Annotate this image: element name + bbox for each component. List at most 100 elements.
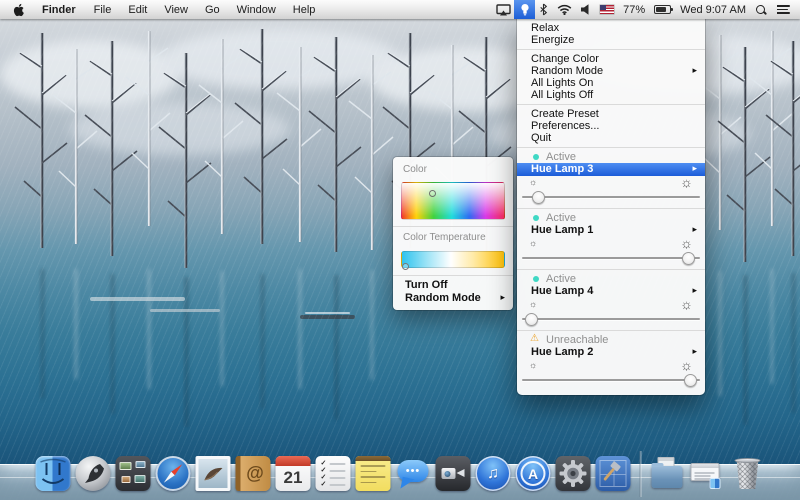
dock-icon-safari[interactable]: [156, 456, 191, 491]
menu-item-relax[interactable]: Relax: [517, 22, 705, 34]
slider-thumb[interactable]: [682, 252, 695, 265]
warning-triangle-icon: ⚠: [530, 333, 539, 345]
brightness-high-icon: ☼: [680, 176, 693, 189]
menu-item-change-color[interactable]: Change Color: [517, 53, 705, 65]
dock-icon-reminders[interactable]: ✓ ✓ ✓ ✓: [316, 456, 351, 491]
menu-item-preferences[interactable]: Preferences...: [517, 120, 705, 132]
brightness-low-icon: ☼: [529, 176, 537, 189]
battery-icon[interactable]: [654, 5, 671, 14]
dock-icon-calendar[interactable]: 21: [276, 456, 311, 491]
dock-icon-xcode[interactable]: [596, 456, 631, 491]
dock-stack-folder[interactable]: [650, 456, 685, 491]
brightness-high-icon: ☼: [680, 359, 693, 372]
lamp-section-hue-lamp-1: Active Hue Lamp 1 ▸ ☼ ☼: [517, 212, 705, 266]
dock-icon-facetime[interactable]: [436, 456, 471, 491]
menu-item-energize[interactable]: Energize: [517, 34, 705, 46]
menu-separator: [517, 269, 705, 270]
dock-stack-files[interactable]: [690, 456, 725, 491]
dock-icon-contacts[interactable]: @: [236, 456, 271, 491]
submenu-arrow-icon: ▸: [692, 65, 697, 77]
slider-thumb[interactable]: [684, 374, 697, 387]
dock-icon-messages[interactable]: •••: [396, 456, 431, 491]
slider-thumb[interactable]: [532, 191, 545, 204]
battery-fill: [656, 7, 666, 12]
lamp-menu-item-hue-lamp-1[interactable]: Hue Lamp 1 ▸: [517, 224, 705, 237]
dock-icon-notes[interactable]: [356, 456, 391, 491]
color-temperature-selector[interactable]: [402, 263, 409, 270]
menubar-menu-go[interactable]: Go: [205, 4, 220, 16]
brightness-slider[interactable]: [520, 189, 702, 205]
dock-separator: [636, 449, 645, 491]
apple-menu-icon[interactable]: [13, 3, 25, 17]
active-dot-icon: [533, 215, 539, 221]
lamp-status-label: Active: [546, 151, 576, 163]
notification-center-icon[interactable]: [776, 5, 790, 14]
dock-icon-trash[interactable]: [730, 456, 765, 491]
submenu-item-turn-off[interactable]: Turn Off: [393, 279, 513, 292]
slider-track: [522, 196, 700, 198]
bluetooth-icon[interactable]: [539, 3, 548, 16]
menu-bar: Finder File Edit View Go Window Help ↻: [0, 0, 800, 19]
menu-separator: [517, 49, 705, 50]
menubar-clock[interactable]: Wed 9:07 AM: [680, 4, 746, 16]
airplay-display-icon[interactable]: [496, 4, 511, 16]
dock-icon-finder[interactable]: [36, 456, 71, 491]
us-flag-icon[interactable]: [600, 5, 614, 14]
menu-separator: [517, 208, 705, 209]
submenu-item-random-mode[interactable]: Random Mode▸: [393, 292, 513, 305]
submenu-arrow-icon: ▸: [692, 224, 697, 237]
lamp-menu-item-hue-lamp-4[interactable]: Hue Lamp 4 ▸: [517, 285, 705, 298]
brightness-slider[interactable]: [520, 311, 702, 327]
menu-item-label: Relax: [531, 22, 559, 34]
hue-color-submenu: Color Color Temperature Turn Off Random …: [393, 157, 513, 310]
menu-separator: [517, 330, 705, 331]
lamp-menu-item-hue-lamp-3[interactable]: Hue Lamp 3 ▸: [517, 163, 705, 176]
menu-item-label: Random Mode: [531, 65, 603, 77]
brightness-slider[interactable]: [520, 250, 702, 266]
lamp-status-row: Active: [517, 151, 705, 163]
music-note-icon: ♫: [487, 466, 499, 482]
dock-icon-mission-control[interactable]: [116, 456, 151, 491]
brightness-low-icon: ☼: [529, 359, 537, 372]
lamp-menu-item-hue-lamp-2[interactable]: Hue Lamp 2 ▸: [517, 346, 705, 359]
slider-thumb[interactable]: [525, 313, 538, 326]
brightness-low-icon: ☼: [529, 237, 537, 250]
dock-icon-itunes[interactable]: ♫: [476, 456, 511, 491]
app-store-a: A: [528, 466, 538, 482]
menubar-menu-edit[interactable]: Edit: [128, 4, 147, 16]
submenu-item-label: Turn Off: [405, 279, 448, 291]
lamp-name-label: Hue Lamp 3: [531, 163, 593, 175]
wifi-icon[interactable]: [557, 4, 572, 15]
menubar-menu-view[interactable]: View: [164, 4, 188, 16]
menu-item-random-mode[interactable]: Random Mode ▸: [517, 65, 705, 77]
menu-item-label: Preferences...: [531, 120, 599, 132]
brightness-icons-row: ☼ ☼: [517, 237, 705, 250]
dock-icon-system-preferences[interactable]: [556, 456, 591, 491]
submenu-arrow-icon: ▸: [692, 285, 697, 298]
menubar-app-name[interactable]: Finder: [42, 4, 76, 16]
menu-item-quit[interactable]: Quit: [517, 132, 705, 144]
spotlight-icon[interactable]: [755, 4, 767, 16]
dock-icon-mail[interactable]: [196, 456, 231, 491]
brightness-slider[interactable]: [520, 372, 702, 388]
color-picker-selector[interactable]: [429, 190, 436, 197]
brightness-high-icon: ☼: [680, 298, 693, 311]
lamp-name-label: Hue Lamp 4: [531, 285, 593, 297]
dock-icon-app-store[interactable]: A: [516, 456, 551, 491]
calendar-header: [276, 456, 311, 466]
lamp-name-label: Hue Lamp 2: [531, 346, 593, 358]
menu-item-all-lights-on[interactable]: All Lights On: [517, 77, 705, 89]
menubar-menu-file[interactable]: File: [94, 4, 112, 16]
menubar-menu-window[interactable]: Window: [237, 4, 276, 16]
color-temperature-slider[interactable]: [401, 251, 505, 268]
menu-item-label: Energize: [531, 34, 574, 46]
dock-icon-launchpad[interactable]: [76, 456, 111, 491]
calendar-day-number: 21: [276, 466, 311, 490]
menu-item-all-lights-off[interactable]: All Lights Off: [517, 89, 705, 101]
menubar-menu-help[interactable]: Help: [293, 4, 316, 16]
lamp-section-hue-lamp-3: Active Hue Lamp 3 ▸ ☼ ☼: [517, 151, 705, 205]
menu-item-create-preset[interactable]: Create Preset: [517, 108, 705, 120]
hue-lightbulb-icon[interactable]: [514, 0, 535, 19]
color-picker-field[interactable]: [401, 182, 505, 220]
volume-icon[interactable]: [581, 4, 591, 15]
